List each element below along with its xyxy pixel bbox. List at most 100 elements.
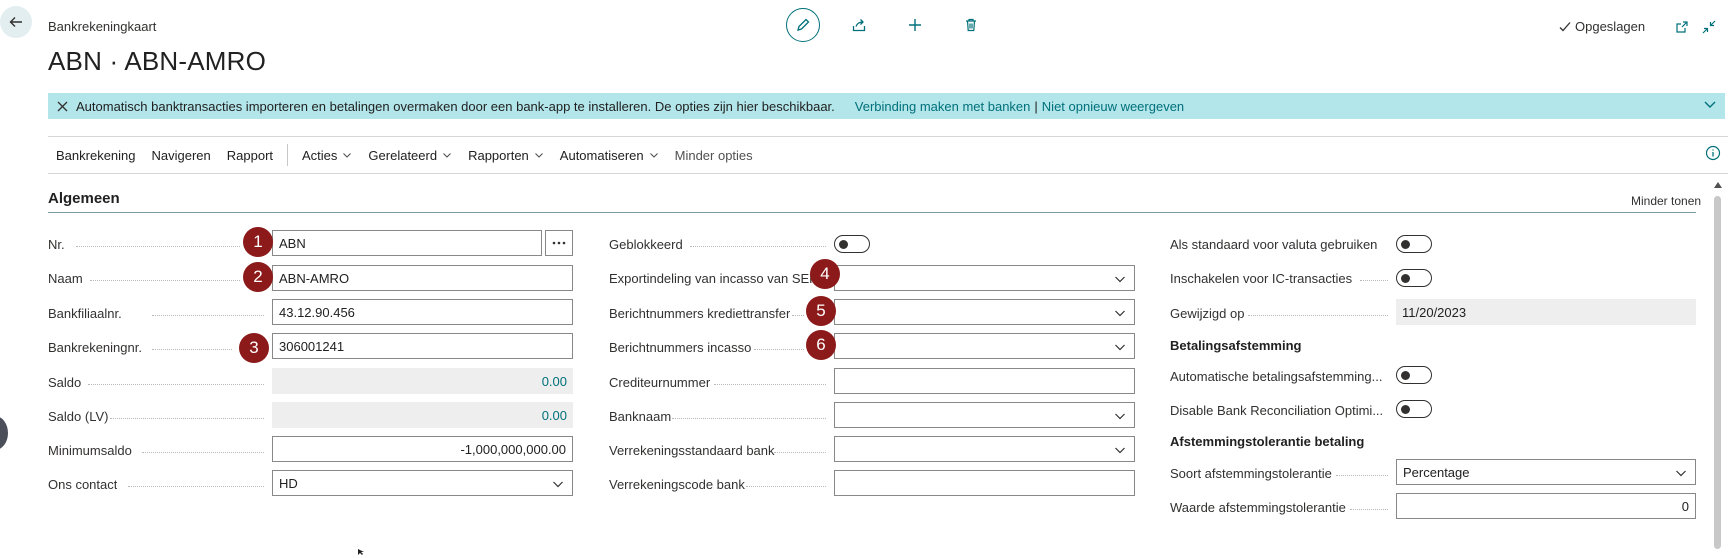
top-actions: [786, 8, 988, 42]
gewijzigd-field[interactable]: 11/20/2023: [1396, 299, 1696, 325]
label-soort: Soort afstemmingstolerantie: [1170, 466, 1332, 481]
valuta-toggle[interactable]: [1396, 235, 1432, 253]
open-new-window-button[interactable]: [1672, 17, 1692, 37]
plus-icon: [909, 19, 921, 31]
crediteurnummer-field[interactable]: [834, 368, 1135, 394]
menu-gerelateerd[interactable]: Gerelateerd: [360, 148, 460, 163]
banner-link-dont-show[interactable]: Niet opnieuw weergeven: [1042, 99, 1184, 114]
auto-afstemming-toggle[interactable]: [1396, 366, 1432, 384]
chevron-down-icon: [1704, 101, 1716, 108]
menu-navigeren[interactable]: Navigeren: [144, 148, 219, 163]
verrekeningscode-field[interactable]: [834, 470, 1135, 496]
disable-optimization-toggle[interactable]: [1396, 400, 1432, 418]
label-saldo: Saldo: [48, 375, 82, 390]
mouse-cursor-icon: [358, 543, 366, 558]
chevron-down-icon: [1675, 467, 1687, 482]
verrekeningsstandaard-select[interactable]: [834, 436, 1135, 462]
close-icon: [57, 101, 67, 111]
bankfiliaal-field[interactable]: 43.12.90.456: [272, 299, 573, 325]
info-icon: [1705, 145, 1721, 161]
menu-rapport[interactable]: Rapport: [219, 148, 281, 163]
leader-dots: [714, 384, 826, 385]
leader-dots: [90, 280, 240, 281]
leader-dots: [754, 349, 804, 350]
label-disable-optimization: Disable Bank Reconciliation Optimi...: [1170, 403, 1384, 418]
export-sepa-select[interactable]: [834, 265, 1135, 291]
chevron-down-icon: [534, 153, 543, 158]
section-divider: [48, 212, 1696, 213]
label-krediettransfer: Berichtnummers krediettransfer: [609, 306, 791, 321]
arrow-left-icon: [9, 17, 22, 27]
label-export-sepa: Exportindeling van incasso van SEPA: [609, 271, 815, 286]
leader-dots: [152, 315, 264, 316]
trash-icon: [966, 18, 976, 32]
scrollbar-thumb[interactable]: [1714, 196, 1721, 549]
delete-button[interactable]: [954, 8, 988, 42]
menu-automatiseren[interactable]: Automatiseren: [552, 148, 667, 163]
leader-dots: [1350, 509, 1388, 510]
krediettransfer-select[interactable]: [834, 299, 1135, 325]
label-gewijzigd: Gewijzigd op: [1170, 306, 1245, 321]
chevron-down-icon: [443, 153, 451, 158]
back-button[interactable]: [0, 6, 32, 38]
leader-dots: [774, 452, 826, 453]
minimumsaldo-field[interactable]: -1,000,000,000.00: [272, 436, 573, 462]
pencil-icon: [797, 18, 810, 31]
label-crediteurnummer: Crediteurnummer: [609, 375, 711, 390]
chevron-down-icon: [649, 153, 658, 158]
ic-toggle[interactable]: [1396, 269, 1432, 287]
nr-field[interactable]: ABN: [272, 230, 542, 256]
info-button[interactable]: [1705, 145, 1721, 164]
leader-dots: [1336, 475, 1388, 476]
chevron-down-icon: [343, 153, 352, 158]
label-bankrekening: Bankrekeningnr.: [48, 340, 142, 355]
bankrekening-field[interactable]: 306001241: [272, 333, 573, 359]
saved-label: Opgeslagen: [1575, 19, 1646, 34]
menu-fewer-options[interactable]: Minder opties: [667, 148, 761, 163]
saldo-field[interactable]: 0.00: [272, 368, 573, 394]
side-panel-handle[interactable]: [0, 416, 8, 450]
page-caption: Bankrekeningkaart: [48, 19, 157, 34]
leader-dots: [1248, 315, 1388, 316]
menu-label: Gerelateerd: [368, 147, 438, 163]
ons-contact-select[interactable]: HD: [272, 470, 573, 496]
nr-assist-button[interactable]: [545, 230, 573, 256]
geblokkeerd-toggle[interactable]: [834, 235, 870, 253]
ons-contact-value: HD: [279, 475, 298, 491]
marker-4: 4: [810, 259, 840, 289]
actionbar-bottom-divider: [48, 173, 1728, 174]
show-less-link[interactable]: Minder tonen: [1631, 194, 1701, 208]
menu-label: Automatiseren: [559, 147, 644, 163]
saldo-lv-field[interactable]: 0.00: [272, 402, 573, 428]
menu-acties[interactable]: Acties: [294, 148, 360, 163]
leader-dots: [88, 384, 264, 385]
banner-expand-button[interactable]: [1703, 97, 1717, 114]
new-button[interactable]: [898, 8, 932, 42]
share-button[interactable]: [842, 8, 876, 42]
collapse-icon: [1702, 20, 1716, 34]
leader-dots: [792, 315, 804, 316]
saved-status: Opgeslagen: [1558, 19, 1645, 34]
menu-label: Acties: [302, 147, 338, 163]
marker-1: 1: [243, 227, 273, 257]
scroll-up-button[interactable]: [1713, 178, 1723, 193]
incasso-select[interactable]: [834, 333, 1135, 359]
naam-field[interactable]: ABN-AMRO: [272, 265, 573, 291]
collapse-button[interactable]: [1699, 17, 1719, 37]
chevron-down-icon: [552, 478, 564, 493]
share-icon: [852, 19, 866, 32]
label-ic: Inschakelen voor IC-transacties: [1170, 271, 1353, 286]
banknaam-select[interactable]: [834, 402, 1135, 428]
menu-bankrekening[interactable]: Bankrekening: [48, 148, 144, 163]
banner-close-button[interactable]: [48, 101, 76, 112]
menu-rapporten[interactable]: Rapporten: [460, 148, 552, 163]
banner-link-connect[interactable]: Verbinding maken met banken: [855, 99, 1031, 114]
banner-separator: |: [1034, 98, 1038, 114]
waarde-field[interactable]: 0: [1396, 493, 1696, 519]
group-afstemmingstolerantie: Afstemmingstolerantie betaling: [1170, 434, 1365, 449]
leader-dots: [672, 418, 826, 419]
soort-value: Percentage: [1403, 464, 1470, 480]
soort-select[interactable]: Percentage: [1396, 459, 1696, 485]
chevron-down-icon: [1114, 444, 1126, 459]
edit-button[interactable]: [786, 8, 820, 42]
